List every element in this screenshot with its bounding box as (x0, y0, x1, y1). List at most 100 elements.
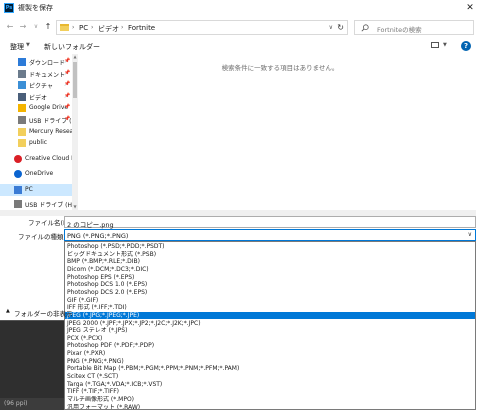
filetype-option[interactable]: TIFF (*.TIF;*.TIFF) (65, 388, 475, 396)
sidebar-item[interactable]: Mercury Researc (0, 126, 76, 138)
sidebar-item-label: ピクチャ (29, 83, 53, 91)
search-input[interactable]: Fortniteの検索 (354, 20, 474, 35)
sidebar-item-label: Creative Cloud File (25, 154, 76, 162)
sidebar-item-label: PC (25, 186, 33, 193)
filetype-value: PNG (*.PNG;*.PNG) (67, 232, 129, 240)
view-options-icon[interactable] (431, 42, 439, 48)
filetype-option[interactable]: PNG (*.PNG;*.PNG) (65, 358, 475, 366)
filetype-option[interactable]: Portable Bit Map (*.PBM;*.PGM;*.PPM;*.PN… (65, 365, 475, 373)
creative-cloud-icon (14, 154, 22, 163)
filetype-option[interactable]: Photoshop PDF (*.PDF;*.PDP) (65, 342, 475, 350)
filetype-option[interactable]: IFF 形式 (*.IFF;*.TDI) (65, 304, 475, 312)
scrollbar-thumb[interactable] (73, 62, 77, 98)
organize-button[interactable]: 整理 (10, 42, 24, 52)
sidebar-item[interactable]: USB ドライブ (H 📌 (0, 114, 76, 126)
videos-icon (18, 92, 26, 101)
breadcrumb-pc[interactable]: PC (79, 24, 88, 32)
sidebar-item[interactable]: public (0, 137, 72, 149)
sidebar-item-label: public (29, 139, 48, 147)
scroll-up-icon[interactable]: ▲ (72, 54, 78, 60)
onedrive-icon (14, 170, 22, 179)
usb-drive-icon (18, 116, 26, 124)
hide-folders-label: フォルダーの非表示 (14, 310, 73, 318)
filetype-option[interactable]: ビッグドキュメント形式 (*.PSB) (65, 251, 475, 259)
sidebar-item[interactable]: ビデオ 📌 (0, 91, 72, 103)
filetype-dropdown-list[interactable]: Photoshop (*.PSD;*.PDD;*.PSDT) ビッグドキュメント形… (64, 241, 476, 410)
up-arrow-icon[interactable]: ↑ (42, 20, 54, 34)
filetype-option[interactable]: Pixar (*.PXR) (65, 350, 475, 358)
filetype-option[interactable]: Photoshop (*.PSD;*.PDD;*.PSDT) (65, 243, 475, 251)
download-icon (18, 58, 26, 66)
filetype-option[interactable]: Photoshop DCS 2.0 (*.EPS) (65, 289, 475, 297)
address-bar[interactable]: › PC › ビデオ › Fortnite ∨ ↻ (56, 20, 348, 35)
filetype-option[interactable]: Photoshop DCS 1.0 (*.EPS) (65, 281, 475, 289)
status-bar-text: (96 ppi) (0, 398, 64, 410)
breadcrumb-separator: › (72, 24, 75, 31)
documents-icon (18, 69, 26, 78)
sidebar-scrollbar[interactable]: ▲ ▼ (72, 54, 78, 210)
sidebar-item-label: ダウンロード (29, 60, 66, 67)
sidebar-item[interactable]: ピクチャ 📌 (0, 79, 72, 91)
filetype-option[interactable]: GIF (*.GIF) (65, 297, 475, 305)
sidebar-item-label: OneDrive (25, 170, 54, 178)
sidebar-item[interactable]: PC (0, 184, 72, 196)
filetype-option[interactable]: JPEG 2000 (*.JPF;*.JPX;*.JP2;*.J2C;*.J2K… (65, 320, 475, 328)
background-app-area (0, 320, 64, 398)
sidebar-item-label: Google Drive (29, 104, 69, 112)
filetype-option[interactable]: 汎用フォーマット (*.RAW) (65, 404, 475, 409)
filetype-option[interactable]: Dicom (*.DCM;*.DC3;*.DIC) (65, 266, 475, 274)
pin-icon: 📌 (64, 58, 71, 64)
filename-value: 2 のコピー.png (67, 221, 114, 229)
photoshop-icon: Ps (4, 3, 14, 13)
filetype-option[interactable]: PCX (*.PCX) (65, 335, 475, 343)
window-title: 複製を保存 (18, 4, 53, 12)
breadcrumb-videos[interactable]: ビデオ (98, 24, 119, 34)
new-folder-button[interactable]: 新しいフォルダー (44, 42, 100, 52)
sidebar-item[interactable]: Google Drive 📌 (0, 102, 72, 114)
breadcrumb-fortnite[interactable]: Fortnite (128, 24, 155, 32)
filetype-option[interactable]: JPEG ステレオ (*.JPS) (65, 327, 475, 335)
empty-state-message: 検索条件に一致する項目はありません。 (221, 64, 339, 72)
file-list[interactable]: 検索条件に一致する項目はありません。 (80, 54, 480, 210)
close-button[interactable]: ✕ (464, 2, 476, 14)
pin-icon: 📌 (64, 92, 71, 99)
filetype-select[interactable]: PNG (*.PNG;*.PNG) ∨ (64, 229, 476, 241)
pin-icon: 📌 (64, 69, 71, 76)
back-arrow-icon[interactable]: ← (4, 20, 16, 34)
filetype-option[interactable]: Photoshop EPS (*.EPS) (65, 274, 475, 282)
search-placeholder: Fortniteの検索 (377, 26, 422, 34)
filetype-option[interactable]: BMP (*.BMP;*.RLE;*.DIB) (65, 258, 475, 266)
forward-arrow-icon[interactable]: → (17, 20, 29, 34)
chevron-up-icon: ▲ (6, 308, 10, 314)
sidebar-item-label: ビデオ (29, 94, 48, 102)
sidebar-item[interactable]: ダウンロード 📌 (0, 56, 72, 68)
chevron-down-icon[interactable]: ∨ (468, 231, 472, 238)
chevron-down-icon[interactable]: ∨ (329, 24, 333, 31)
pin-icon: 📌 (64, 81, 71, 88)
folder-icon (60, 24, 69, 31)
command-toolbar: 整理 ▼ 新しいフォルダー ▼ ? (0, 38, 480, 54)
recent-locations-chevron-icon[interactable]: ∨ (30, 20, 42, 34)
filetype-option[interactable]: Targa (*.TGA;*.VDA;*.ICB;*.VST) (65, 381, 475, 389)
sidebar-item[interactable]: OneDrive (0, 168, 72, 180)
sidebar-item-label: Mercury Researc (29, 127, 76, 135)
sidebar-item-label: ドキュメント (29, 71, 66, 79)
sidebar-item-label: USB ドライブ (H:) (25, 201, 76, 209)
breadcrumb-separator: › (91, 24, 94, 31)
sidebar-item[interactable]: Creative Cloud File (0, 153, 76, 165)
chevron-down-icon: ▼ (26, 42, 30, 48)
filetype-option[interactable]: マルチ画像形式 (*.MPO) (65, 396, 475, 404)
search-icon (361, 24, 369, 32)
folder-icon (18, 139, 26, 148)
google-drive-icon (18, 104, 26, 113)
help-icon[interactable]: ? (461, 41, 471, 51)
sidebar-item[interactable]: ドキュメント 📌 (0, 68, 72, 80)
pin-icon: 📌 (64, 116, 71, 122)
chevron-down-icon[interactable]: ▼ (443, 42, 447, 48)
refresh-icon[interactable]: ↻ (337, 23, 344, 32)
navigation-pane: ダウンロード 📌 ドキュメント 📌 ピクチャ 📌 ビデオ 📌 Google Drive 📌 USB … (0, 54, 76, 210)
filetype-option[interactable]: JPEG (*.JPG;*.JPEG;*.JPE) (65, 311, 475, 320)
filename-field[interactable]: 2 のコピー.png (64, 216, 476, 229)
filetype-option[interactable]: Scitex CT (*.SCT) (65, 373, 475, 381)
sidebar-item[interactable]: USB ドライブ (H:) (0, 198, 76, 210)
